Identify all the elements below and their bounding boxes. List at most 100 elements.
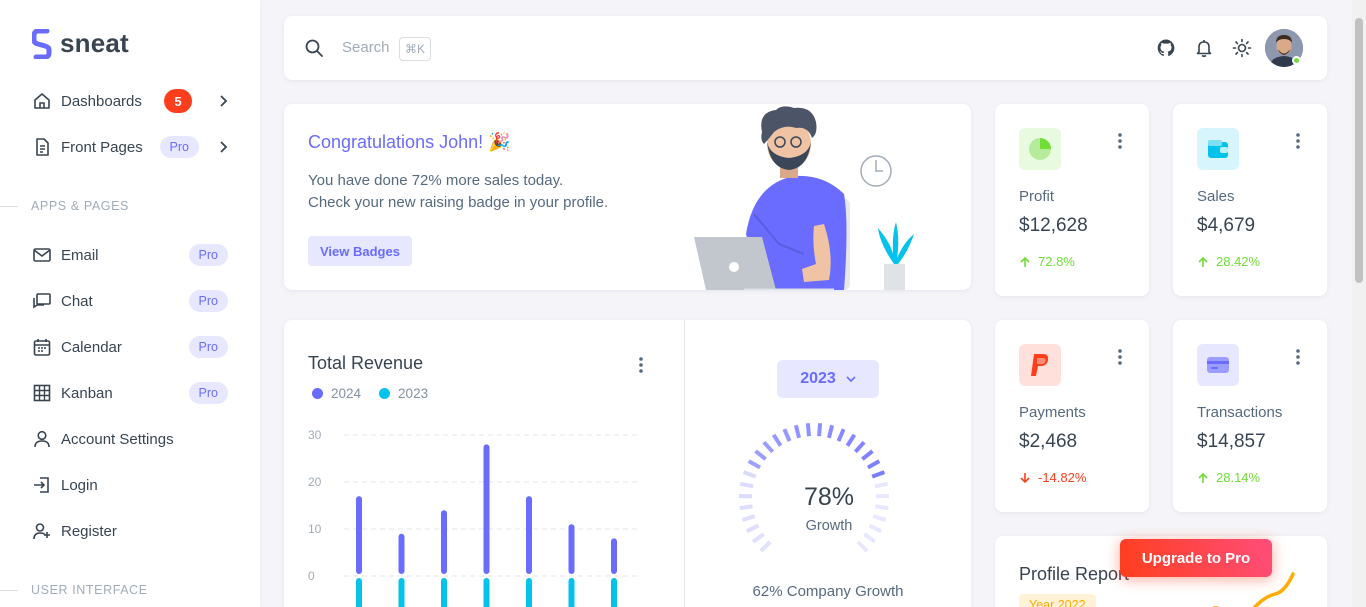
gauge-tick <box>739 481 754 489</box>
payments-change: -14.82% <box>1019 470 1086 485</box>
sidebar-item-label: Email <box>61 246 99 264</box>
view-badges-button[interactable]: View Badges <box>308 236 412 266</box>
sidebar-item-register[interactable]: Register <box>32 512 228 550</box>
more-vertical-icon[interactable] <box>1295 132 1301 150</box>
scrollbar-thumb[interactable] <box>1355 18 1363 283</box>
gauge-tick <box>741 514 756 522</box>
gauge-tick <box>754 449 767 461</box>
bar-2023-4[interactable] <box>526 578 532 607</box>
user-icon <box>32 429 52 449</box>
card-divider <box>684 320 685 607</box>
pro-badge: Pro <box>188 290 228 312</box>
dashboards-count-badge: 5 <box>164 89 192 113</box>
transactions-change: 28.14% <box>1197 470 1260 485</box>
brand-logo[interactable]: sneat <box>32 28 129 59</box>
gauge-tick <box>863 532 877 544</box>
growth-label: Growth <box>805 518 853 534</box>
y-tick-label: 10 <box>308 522 322 536</box>
total-revenue-card: Total Revenue 2024 2023 30 20 10 0 2023 78%… <box>284 320 971 607</box>
chevron-down-icon <box>846 376 856 383</box>
user-plus-icon <box>32 521 52 541</box>
profit-change-value: 72.8% <box>1038 254 1075 269</box>
bar-2024-1[interactable] <box>398 533 405 574</box>
sidebar: sneat Dashboards 5 Front Pages Pro APPS … <box>0 0 260 607</box>
pro-badge: Pro <box>188 336 228 358</box>
year-dropdown-button[interactable]: 2023 <box>777 360 879 398</box>
sidebar-item-kanban[interactable]: Kanban Pro <box>32 374 228 412</box>
chevron-right-icon <box>220 141 228 153</box>
sidebar-item-email[interactable]: Email Pro <box>32 236 228 274</box>
bar-2023-2[interactable] <box>441 578 447 607</box>
sales-change-value: 28.42% <box>1216 254 1261 269</box>
pro-badge: Pro <box>188 244 228 266</box>
bar-2023-1[interactable] <box>398 578 405 607</box>
sidebar-item-label: Kanban <box>61 384 113 402</box>
bar-2023-3[interactable] <box>483 578 490 607</box>
sidebar-item-front-pages[interactable]: Front Pages Pro <box>32 128 228 166</box>
growth-percent: 78% <box>803 483 855 511</box>
gauge-tick <box>853 440 866 454</box>
chevron-right-icon <box>220 95 228 107</box>
search-icon[interactable] <box>304 38 324 58</box>
sales-label: Sales <box>1197 188 1235 205</box>
profit-value: $12,628 <box>1019 215 1088 236</box>
calendar-icon <box>32 337 52 357</box>
bar-2024-0[interactable] <box>356 496 362 574</box>
online-status-dot <box>1292 56 1301 65</box>
gauge-tick <box>745 523 760 534</box>
page-scrollbar[interactable] <box>1352 0 1366 607</box>
bar-2023-0[interactable] <box>356 578 362 607</box>
company-growth-text: 62% Company Growth <box>752 583 904 600</box>
payments-card: Payments $2,468 -14.82% <box>995 320 1149 512</box>
congrats-line-2: Check your new raising badge in your pro… <box>308 194 609 211</box>
sidebar-item-label: Calendar <box>61 338 122 356</box>
gauge-tick <box>805 423 811 437</box>
bar-2024-2[interactable] <box>441 510 447 574</box>
bar-2023-5[interactable] <box>568 578 575 607</box>
brand-name: sneat <box>60 28 129 58</box>
home-icon <box>32 91 52 111</box>
github-icon[interactable] <box>1156 38 1176 58</box>
more-vertical-icon[interactable] <box>638 356 644 374</box>
bar-2023-6[interactable] <box>611 578 617 607</box>
gauge-tick <box>759 540 772 553</box>
sidebar-item-label: Front Pages <box>61 138 143 156</box>
man-with-laptop-illustration <box>694 106 914 290</box>
more-vertical-icon[interactable] <box>1295 348 1301 366</box>
payments-label: Payments <box>1019 404 1086 421</box>
payments-value: $2,468 <box>1019 431 1078 452</box>
legend-dot <box>379 388 391 399</box>
more-vertical-icon[interactable] <box>1117 132 1123 150</box>
upgrade-to-pro-button[interactable]: Upgrade to Pro <box>1120 539 1272 577</box>
bar-2024-6[interactable] <box>611 538 617 574</box>
sun-theme-icon[interactable] <box>1232 38 1252 58</box>
sidebar-item-account-settings[interactable]: Account Settings <box>32 420 228 458</box>
bar-2024-5[interactable] <box>568 524 575 574</box>
bar-2024-3[interactable] <box>483 444 490 574</box>
congrats-line-1: You have done 72% more sales today. <box>308 172 564 189</box>
pie-chart-icon <box>1019 128 1061 170</box>
legend-dot <box>312 388 323 399</box>
search-input[interactable]: Search <box>342 39 390 56</box>
sidebar-item-dashboards[interactable]: Dashboards 5 <box>32 82 228 120</box>
sidebar-item-label: Login <box>61 476 98 494</box>
sidebar-item-label: Dashboards <box>61 92 142 110</box>
chart-legend: 2024 2023 <box>312 386 428 401</box>
mail-icon <box>32 245 52 265</box>
sidebar-item-login[interactable]: Login <box>32 466 228 504</box>
gauge-tick <box>836 428 846 442</box>
more-vertical-icon[interactable] <box>1117 348 1123 366</box>
transactions-label: Transactions <box>1197 404 1283 421</box>
sidebar-item-chat[interactable]: Chat Pro <box>32 282 228 320</box>
sidebar-item-calendar[interactable]: Calendar Pro <box>32 328 228 366</box>
paypal-icon <box>1019 344 1061 386</box>
legend-item-2023: 2023 <box>379 386 428 401</box>
bar-2024-4[interactable] <box>526 496 532 574</box>
gauge-tick <box>762 440 775 454</box>
bell-icon[interactable] <box>1194 38 1214 58</box>
gauge-tick <box>771 433 783 447</box>
y-tick-label: 0 <box>308 569 315 583</box>
legend-item-2024: 2024 <box>312 386 361 401</box>
profit-change: 72.8% <box>1019 254 1075 269</box>
document-icon <box>32 137 52 157</box>
